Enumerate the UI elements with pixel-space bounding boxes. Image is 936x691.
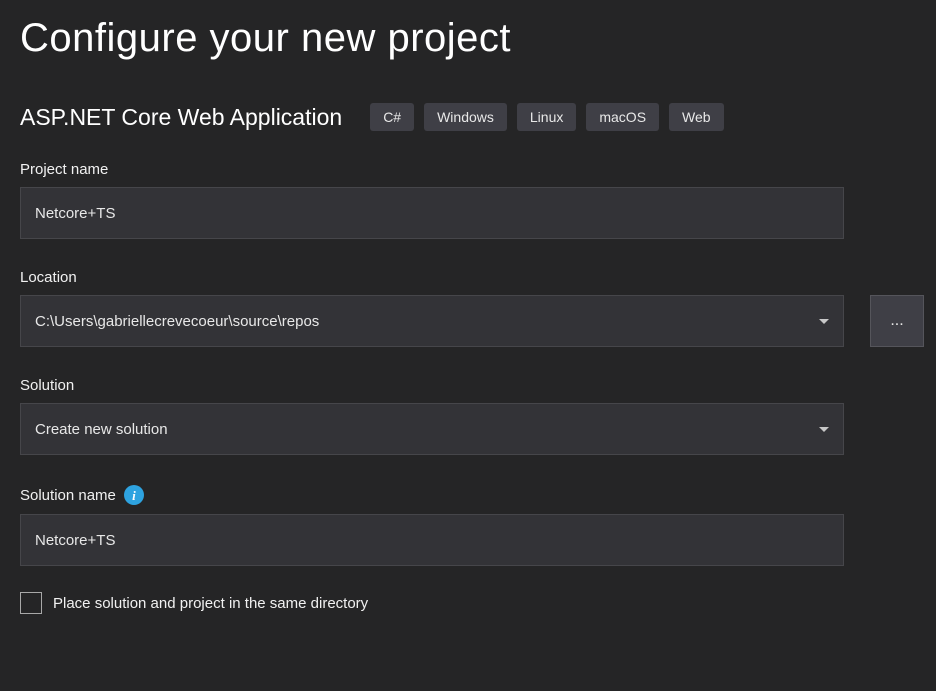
template-info-row: ASP.NET Core Web Application C# Windows … bbox=[20, 103, 924, 131]
solution-dropdown[interactable]: Create new solution bbox=[20, 403, 844, 455]
location-value: C:\Users\gabriellecrevecoeur\source\repo… bbox=[35, 313, 319, 330]
location-row: C:\Users\gabriellecrevecoeur\source\repo… bbox=[20, 295, 924, 347]
tag-web: Web bbox=[669, 103, 724, 131]
configure-project-dialog: Configure your new project ASP.NET Core … bbox=[0, 0, 936, 614]
tag-csharp: C# bbox=[370, 103, 414, 131]
same-directory-checkbox[interactable] bbox=[20, 592, 42, 614]
template-name: ASP.NET Core Web Application bbox=[20, 104, 342, 131]
browse-button[interactable]: ... bbox=[870, 295, 924, 347]
tag-linux: Linux bbox=[517, 103, 576, 131]
project-name-input[interactable] bbox=[20, 187, 844, 239]
chevron-down-icon[interactable] bbox=[819, 319, 829, 324]
page-title: Configure your new project bbox=[20, 16, 924, 61]
solution-name-label-text: Solution name bbox=[20, 487, 116, 504]
location-combobox[interactable]: C:\Users\gabriellecrevecoeur\source\repo… bbox=[20, 295, 844, 347]
solution-name-label: Solution name i bbox=[20, 485, 924, 505]
solution-label: Solution bbox=[20, 377, 924, 394]
solution-name-input[interactable] bbox=[20, 514, 844, 566]
project-name-label: Project name bbox=[20, 161, 924, 178]
solution-value: Create new solution bbox=[35, 421, 168, 438]
chevron-down-icon[interactable] bbox=[819, 427, 829, 432]
same-directory-label: Place solution and project in the same d… bbox=[53, 595, 368, 612]
tag-macos: macOS bbox=[586, 103, 659, 131]
tag-windows: Windows bbox=[424, 103, 507, 131]
info-icon[interactable]: i bbox=[124, 485, 144, 505]
location-label: Location bbox=[20, 269, 924, 286]
same-directory-row: Place solution and project in the same d… bbox=[20, 592, 924, 614]
